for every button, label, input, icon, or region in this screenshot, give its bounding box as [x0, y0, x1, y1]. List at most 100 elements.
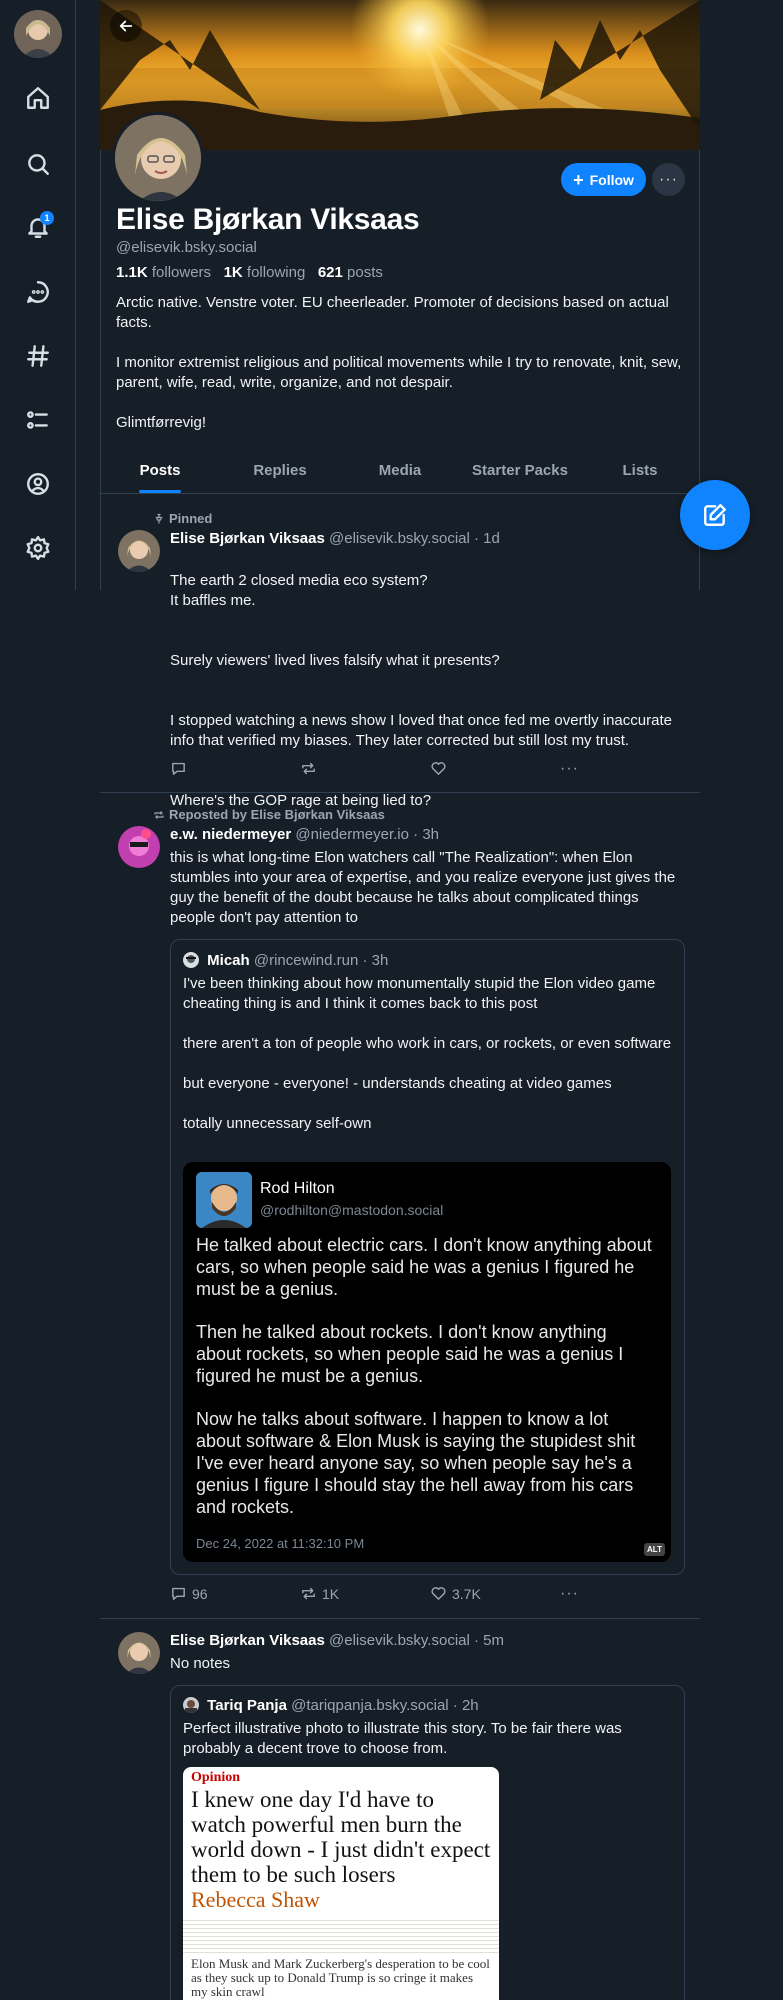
quoted-paragraph: I've been thinking about how monumentall…	[183, 975, 656, 1012]
like-button[interactable]: 3.7K	[430, 1585, 481, 1602]
reply-button[interactable]	[170, 760, 187, 777]
profile-avatar[interactable]	[112, 112, 204, 204]
image-text: He talked about electric cars. I don't k…	[196, 1234, 656, 1539]
image-paragraph: He talked about electric cars. I don't k…	[196, 1235, 652, 1299]
repost-context: Reposted by Elise Bjørkan Viksaas	[153, 807, 385, 822]
more-options-button[interactable]: ···	[652, 163, 685, 196]
ellipsis-icon: ···	[659, 170, 678, 188]
image-author-name: Rod Hilton	[260, 1180, 335, 1197]
repost-small-icon	[154, 810, 164, 819]
post-time[interactable]: 3h	[422, 826, 439, 843]
quoted-post-time: 2h	[461, 1697, 479, 1714]
post-author-handle[interactable]: @niedermeyer.io	[295, 826, 409, 843]
post-more-button[interactable]: ···	[560, 1585, 579, 1603]
post-time[interactable]: 5m	[483, 1632, 504, 1649]
image-paragraph: Then he talked about rockets. I don't kn…	[196, 1322, 624, 1386]
follow-label: Follow	[589, 171, 634, 188]
profile-tabs: Posts Replies Media Starter Packs Lists	[100, 452, 700, 494]
tab-lists[interactable]: Lists	[580, 452, 700, 493]
repost-context-text[interactable]: Reposted by Elise Bjørkan Viksaas	[169, 807, 385, 822]
posts-count: 621	[317, 264, 343, 281]
embedded-image[interactable]: Rod Hilton @rodhilton@mastodon.social He…	[183, 1162, 671, 1562]
image-date: Dec 24, 2022 at 11:32:10 PM	[196, 1536, 365, 1551]
repost-count: 1K	[322, 1585, 340, 1602]
post-paragraph: No notes	[170, 1655, 231, 1672]
post-text: The earth 2 closed media eco system? It …	[170, 551, 680, 831]
chat-icon[interactable]	[20, 274, 56, 310]
followers-link[interactable]: 1.1K followers	[116, 264, 211, 281]
repost-button[interactable]	[300, 760, 317, 777]
post-author-avatar[interactable]	[118, 1632, 160, 1674]
back-button[interactable]	[110, 10, 142, 42]
bio-line: I monitor extremist religious and politi…	[116, 354, 682, 391]
heart-icon	[431, 762, 446, 775]
post-author-name[interactable]: Elise Bjørkan Viksaas	[170, 530, 325, 547]
post-author-name[interactable]: Elise Bjørkan Viksaas	[170, 1632, 325, 1649]
follow-button[interactable]: + Follow	[561, 163, 646, 196]
profile-stats: 1.1K followers 1K following 621 posts	[116, 264, 383, 281]
profile-bio: Arctic native. Venstre voter. EU cheerle…	[116, 293, 696, 453]
post-header: Elise Bjørkan Viksaas @elisevik.bsky.soc…	[170, 530, 500, 547]
quoted-post-header: Tariq Panja @tariqpanja.bsky.social · 2h	[183, 1697, 479, 1714]
profile-icon[interactable]	[20, 466, 56, 502]
article-divider	[183, 1917, 499, 1953]
followers-label: followers	[151, 264, 212, 281]
bio-line: Glimtførrevig!	[116, 414, 206, 431]
alt-badge[interactable]: ALT	[644, 1543, 665, 1556]
reply-button[interactable]: 96	[170, 1585, 208, 1602]
quoted-author-handle: @tariqpanja.bsky.social	[291, 1697, 449, 1714]
post-author-handle[interactable]: @elisevik.bsky.social	[329, 530, 470, 547]
post-time[interactable]: 1d	[483, 530, 500, 547]
pinned-text: Pinned	[169, 511, 213, 526]
post-text: No notes	[170, 1654, 680, 1674]
arrow-left-icon	[119, 20, 133, 32]
post-author-avatar[interactable]	[118, 530, 160, 572]
following-link[interactable]: 1K following	[224, 264, 306, 281]
quoted-paragraph: there aren't a ton of people who work in…	[183, 1035, 672, 1052]
tab-replies[interactable]: Replies	[220, 452, 340, 493]
article-label: Opinion	[191, 1770, 241, 1785]
settings-icon[interactable]	[20, 530, 56, 566]
post-author-avatar[interactable]	[118, 826, 160, 868]
rod-hilton-avatar	[196, 1172, 252, 1228]
current-user-avatar[interactable]	[14, 10, 62, 58]
article-screenshot[interactable]: Opinion I knew one day I'd have to watch…	[183, 1767, 499, 2000]
bio-line: Arctic native. Venstre voter. EU cheerle…	[116, 294, 669, 331]
quoted-author-avatar	[183, 1697, 199, 1713]
following-label: following	[246, 264, 306, 281]
quoted-post-header: Micah @rincewind.run · 3h	[183, 952, 388, 969]
quoted-paragraph: but everyone - everyone! - understands c…	[183, 1075, 612, 1092]
post-header: e.w. niedermeyer @niedermeyer.io · 3h	[170, 826, 439, 843]
notification-badge: 1	[40, 211, 54, 225]
search-icon[interactable]	[20, 146, 56, 182]
profile-handle: @elisevik.bsky.social	[116, 239, 257, 256]
post-paragraph: I stopped watching a news show I loved t…	[170, 712, 672, 749]
quoted-author-avatar	[183, 952, 199, 968]
tab-starter-packs[interactable]: Starter Packs	[460, 452, 580, 493]
compose-button[interactable]	[680, 480, 750, 550]
post-actions: 96 1K 3.7K ···	[170, 1585, 580, 1605]
article-standfirst: Elon Musk and Mark Zuckerberg's desperat…	[191, 1956, 490, 1999]
quoted-post-text: I've been thinking about how monumentall…	[183, 974, 673, 1134]
post-divider	[100, 792, 700, 793]
post-header: Elise Bjørkan Viksaas @elisevik.bsky.soc…	[170, 1632, 505, 1649]
posts-stat: 621 posts	[318, 264, 383, 281]
tab-media[interactable]: Media	[340, 452, 460, 493]
quoted-author-name: Micah	[207, 952, 250, 969]
post-author-handle[interactable]: @elisevik.bsky.social	[329, 1632, 470, 1649]
image-paragraph: Now he talks about software. I happen to…	[196, 1409, 636, 1517]
like-count: 3.7K	[452, 1585, 481, 1602]
image-author-handle: @rodhilton@mastodon.social	[260, 1202, 444, 1218]
reply-count: 96	[192, 1585, 208, 1602]
followers-count: 1.1K	[116, 264, 148, 281]
post-more-button[interactable]: ···	[560, 760, 579, 778]
tab-posts[interactable]: Posts	[100, 452, 220, 493]
bell-icon[interactable]: 1	[20, 209, 56, 245]
hashtag-icon[interactable]	[20, 338, 56, 374]
post-author-name[interactable]: e.w. niedermeyer	[170, 826, 291, 843]
home-icon[interactable]	[20, 80, 56, 116]
repost-button[interactable]: 1K	[300, 1585, 339, 1602]
quoted-post-text: Perfect illustrative photo to illustrate…	[183, 1719, 673, 1759]
lists-icon[interactable]	[20, 402, 56, 438]
like-button[interactable]	[430, 760, 447, 777]
